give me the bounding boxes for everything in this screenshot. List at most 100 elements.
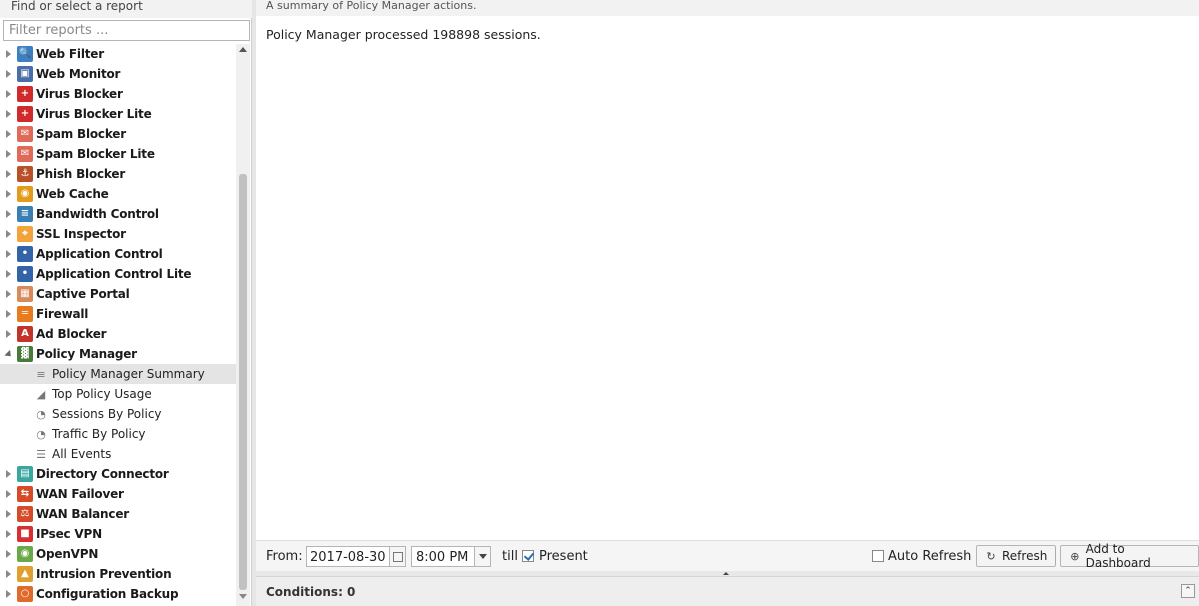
auto-refresh-label[interactable]: Auto Refresh: [888, 549, 971, 564]
tree-node-web-filter[interactable]: 🔍 Web Filter: [0, 44, 236, 64]
date-value: 2017-08-30: [310, 550, 386, 565]
calendar-icon[interactable]: [389, 547, 405, 566]
tree-node-label: Directory Connector: [36, 467, 169, 481]
report-item[interactable]: ◔ Sessions By Policy: [0, 404, 236, 424]
collapsed-arrow-icon[interactable]: [6, 150, 11, 158]
collapsed-arrow-icon[interactable]: [6, 50, 11, 58]
collapsed-arrow-icon[interactable]: [6, 230, 11, 238]
tree-node-phish-blocker[interactable]: ⚓ Phish Blocker: [0, 164, 236, 184]
filter-reports-input[interactable]: [4, 21, 249, 40]
tree-node-intrusion-prevention[interactable]: ▲ Intrusion Prevention: [0, 564, 236, 584]
scroll-thumb[interactable]: [239, 174, 247, 590]
tree-node-directory-connector[interactable]: ▤ Directory Connector: [0, 464, 236, 484]
pie-chart-icon: ◔: [36, 427, 46, 441]
tree-node-configuration-backup[interactable]: ○ Configuration Backup: [0, 584, 236, 604]
collapsed-arrow-icon[interactable]: [6, 530, 11, 538]
collapsed-arrow-icon[interactable]: [6, 310, 11, 318]
tree-node-ad-blocker[interactable]: A Ad Blocker: [0, 324, 236, 344]
tree-node-captive-portal[interactable]: ▦ Captive Portal: [0, 284, 236, 304]
tree-node-ipsec-vpn[interactable]: ■ IPsec VPN: [0, 524, 236, 544]
tree-node-application-control-lite[interactable]: • Application Control Lite: [0, 264, 236, 284]
tree-node-virus-blocker[interactable]: + Virus Blocker: [0, 84, 236, 104]
tree-node-wan-balancer[interactable]: ⚖ WAN Balancer: [0, 504, 236, 524]
collapsed-arrow-icon[interactable]: [6, 590, 11, 598]
tree-node-virus-blocker-lite[interactable]: + Virus Blocker Lite: [0, 104, 236, 124]
collapse-up-icon[interactable]: [723, 572, 729, 575]
tree-node-openvpn[interactable]: ◉ OpenVPN: [0, 544, 236, 564]
tree-node-label: Virus Blocker: [36, 87, 123, 101]
collapsed-arrow-icon[interactable]: [6, 210, 11, 218]
collapsed-arrow-icon[interactable]: [6, 510, 11, 518]
tree-node-policy-manager[interactable]: ▓ Policy Manager: [0, 344, 236, 364]
web-filter-icon: 🔍: [17, 46, 33, 62]
expanded-arrow-icon[interactable]: [4, 349, 14, 360]
collapsed-arrow-icon[interactable]: [6, 570, 11, 578]
tree-node-web-cache[interactable]: ◉ Web Cache: [0, 184, 236, 204]
report-panel: A summary of Policy Manager actions. Pol…: [256, 0, 1199, 606]
text-report-icon: ≡: [36, 367, 46, 381]
collapsed-arrow-icon[interactable]: [6, 70, 11, 78]
pie-chart-icon: ◔: [36, 407, 46, 421]
bandwidth-control-icon: ≡: [17, 206, 33, 222]
expand-conditions-icon[interactable]: ⌃: [1181, 584, 1195, 598]
reports-sidebar: Find or select a report 🔍Web Filter▣Web …: [0, 0, 252, 606]
tree-node-label: IPsec VPN: [36, 527, 102, 541]
refresh-button[interactable]: ↻ Refresh: [976, 545, 1057, 567]
tree-node-bandwidth-control[interactable]: ≡ Bandwidth Control: [0, 204, 236, 224]
report-item-label: Traffic By Policy: [52, 427, 146, 441]
scroll-up-arrow-icon[interactable]: [239, 47, 247, 52]
add-to-dashboard-button[interactable]: ⊕ Add to Dashboard: [1060, 542, 1199, 570]
time-select[interactable]: 8:00 PM: [411, 546, 491, 567]
tree-scrollbar[interactable]: [236, 44, 250, 606]
configuration-backup-icon: ○: [17, 586, 33, 602]
collapsed-arrow-icon[interactable]: [6, 290, 11, 298]
date-field[interactable]: 2017-08-30: [306, 546, 406, 567]
collapsed-arrow-icon[interactable]: [6, 110, 11, 118]
collapsed-arrow-icon[interactable]: [6, 90, 11, 98]
tree-node-wan-failover[interactable]: ⇆ WAN Failover: [0, 484, 236, 504]
collapsed-arrow-icon[interactable]: [6, 190, 11, 198]
report-item-label: Policy Manager Summary: [52, 367, 205, 381]
tree-node-label: OpenVPN: [36, 547, 99, 561]
auto-refresh-checkbox[interactable]: [872, 550, 884, 562]
collapsed-arrow-icon[interactable]: [6, 490, 11, 498]
list-icon: ☰: [36, 447, 46, 461]
report-item[interactable]: ◢ Top Policy Usage: [0, 384, 236, 404]
tree-node-label: Phish Blocker: [36, 167, 126, 181]
toolbar-separator: [1055, 548, 1056, 564]
collapsed-arrow-icon[interactable]: [6, 470, 11, 478]
wan-balancer-icon: ⚖: [17, 506, 33, 522]
tree-node-label: Application Control Lite: [36, 267, 192, 281]
report-description: A summary of Policy Manager actions.: [256, 0, 1199, 16]
collapsed-arrow-icon[interactable]: [6, 550, 11, 558]
tree-node-spam-blocker-lite[interactable]: ✉ Spam Blocker Lite: [0, 144, 236, 164]
present-label[interactable]: Present: [539, 549, 588, 564]
present-checkbox[interactable]: [522, 550, 534, 562]
tree-node-application-control[interactable]: • Application Control: [0, 244, 236, 264]
report-item[interactable]: ≡ Policy Manager Summary: [0, 364, 236, 384]
tree-node-label: Spam Blocker: [36, 127, 126, 141]
filter-field[interactable]: [3, 20, 250, 41]
conditions-bar[interactable]: Conditions: 0 ⌃: [256, 576, 1199, 606]
tree-node-web-monitor[interactable]: ▣ Web Monitor: [0, 64, 236, 84]
tree-node-label: Firewall: [36, 307, 89, 321]
report-item[interactable]: ☰ All Events: [0, 444, 236, 464]
area-chart-icon: ◢: [36, 387, 46, 401]
virus-blocker-lite-icon: +: [17, 106, 33, 122]
collapsed-arrow-icon[interactable]: [6, 330, 11, 338]
scroll-down-arrow-icon[interactable]: [239, 594, 247, 599]
captive-portal-icon: ▦: [17, 286, 33, 302]
collapsed-arrow-icon[interactable]: [6, 130, 11, 138]
application-control-lite-icon: •: [17, 266, 33, 282]
report-item[interactable]: ◔ Traffic By Policy: [0, 424, 236, 444]
collapsed-arrow-icon[interactable]: [6, 270, 11, 278]
tree-node-firewall[interactable]: ═ Firewall: [0, 304, 236, 324]
phish-blocker-icon: ⚓: [17, 166, 33, 182]
collapsed-arrow-icon[interactable]: [6, 250, 11, 258]
tree-node-spam-blocker[interactable]: ✉ Spam Blocker: [0, 124, 236, 144]
chevron-down-icon[interactable]: [474, 547, 490, 566]
spam-blocker-lite-icon: ✉: [17, 146, 33, 162]
collapsed-arrow-icon[interactable]: [6, 170, 11, 178]
tree-node-ssl-inspector[interactable]: ⌖ SSL Inspector: [0, 224, 236, 244]
intrusion-prevention-icon: ▲: [17, 566, 33, 582]
